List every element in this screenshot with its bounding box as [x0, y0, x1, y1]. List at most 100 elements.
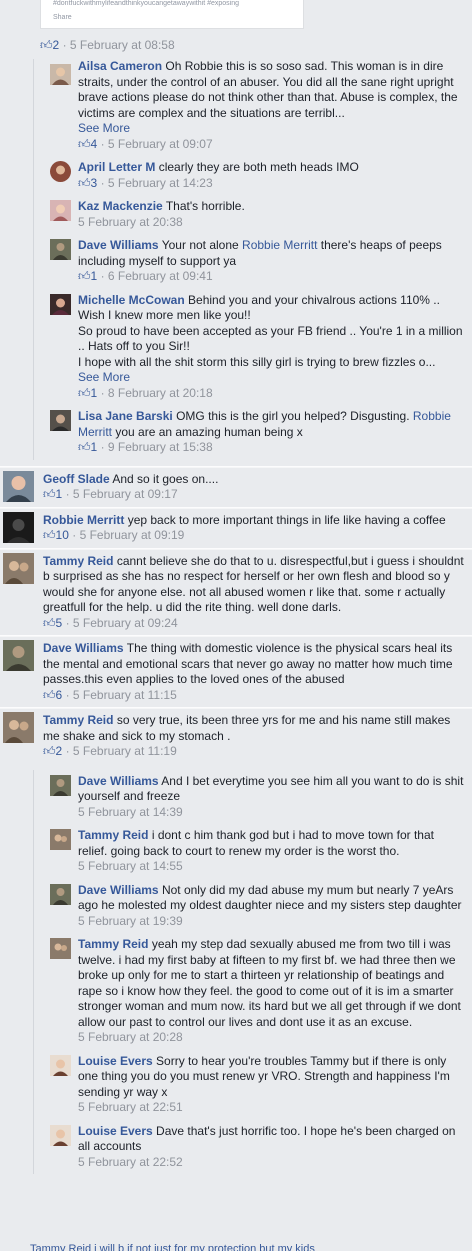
- timestamp[interactable]: 5 February at 20:38: [78, 215, 183, 229]
- timestamp[interactable]: 5 February at 09:17: [73, 487, 178, 501]
- like-count[interactable]: 6: [56, 688, 63, 702]
- comment-author[interactable]: Louise Evers: [78, 1124, 153, 1138]
- like-count[interactable]: 1: [91, 440, 98, 454]
- timestamp[interactable]: 5 February at 08:58: [70, 38, 175, 52]
- comment-author[interactable]: Tammy Reid: [78, 937, 148, 951]
- like-count[interactable]: 1: [91, 386, 98, 400]
- comment-author[interactable]: Tammy Reid: [43, 713, 113, 727]
- comment-meta: 5 February at 14:39: [78, 805, 464, 821]
- like-count[interactable]: 1: [91, 269, 98, 283]
- comment-author[interactable]: Geoff Slade: [43, 472, 110, 486]
- comment-author[interactable]: Robbie Merritt: [43, 513, 124, 527]
- cut-off-comment: Tammy Reid i will b if not just for my p…: [30, 1243, 315, 1251]
- avatar[interactable]: [3, 640, 34, 671]
- timestamp[interactable]: 5 February at 22:52: [78, 1155, 183, 1169]
- comment-meta: 5 February at 20:38: [78, 215, 464, 231]
- comment-meta: 👍︎2 · 5 February at 11:19: [43, 744, 177, 758]
- see-more-link[interactable]: See More: [78, 370, 464, 386]
- comment-author[interactable]: Dave Williams: [43, 641, 124, 655]
- avatar[interactable]: [50, 64, 71, 85]
- comment-author[interactable]: Lisa Jane Barski: [78, 409, 173, 423]
- comment-author[interactable]: Tammy Reid: [43, 554, 113, 568]
- avatar[interactable]: [50, 161, 71, 182]
- timestamp[interactable]: 5 February at 09:24: [73, 616, 178, 630]
- avatar[interactable]: [3, 470, 34, 502]
- thumbs-up-icon[interactable]: 👍︎: [43, 616, 56, 630]
- reply-item: Dave Williams Your not alone Robbie Merr…: [33, 234, 472, 289]
- like-count[interactable]: 2: [56, 744, 63, 758]
- thumbs-up-icon[interactable]: 👍︎: [43, 528, 56, 542]
- timestamp[interactable]: 5 February at 09:19: [80, 528, 185, 542]
- timestamp[interactable]: 5 February at 11:15: [73, 688, 177, 702]
- avatar[interactable]: [50, 883, 71, 905]
- avatar[interactable]: [3, 552, 34, 584]
- mention-link[interactable]: Robbie Merritt: [242, 238, 317, 252]
- avatar[interactable]: [50, 774, 71, 796]
- comment-meta: 👍︎10 · 5 February at 09:19: [43, 528, 185, 542]
- avatar[interactable]: [50, 938, 71, 959]
- timestamp[interactable]: 9 February at 15:38: [108, 440, 213, 454]
- reply-group-tammy: Dave Williams And I bet everytime you se…: [0, 769, 472, 1174]
- like-count[interactable]: 4: [91, 137, 98, 151]
- avatar[interactable]: [3, 712, 34, 743]
- comment-author[interactable]: Tammy Reid: [78, 828, 148, 842]
- timestamp[interactable]: 5 February at 14:39: [78, 805, 183, 819]
- comment-author[interactable]: Dave Williams: [78, 883, 159, 897]
- reply-item: Dave Williams Not only did my dad abuse …: [33, 878, 472, 933]
- timestamp[interactable]: 5 February at 09:07: [108, 137, 213, 151]
- thumbs-up-icon[interactable]: 👍︎: [78, 386, 91, 400]
- timestamp[interactable]: 5 February at 20:28: [78, 1030, 183, 1044]
- comment-author[interactable]: Ailsa Cameron: [78, 59, 162, 73]
- avatar[interactable]: [50, 200, 71, 221]
- thumbs-up-icon[interactable]: 👍︎: [78, 440, 91, 454]
- see-more-link[interactable]: See More: [78, 121, 464, 137]
- avatar[interactable]: [3, 511, 34, 543]
- comment-author[interactable]: Kaz Mackenzie: [78, 199, 163, 213]
- avatar[interactable]: [50, 293, 71, 315]
- share-link[interactable]: Share: [53, 14, 72, 21]
- thumbs-up-icon[interactable]: 👍︎: [43, 744, 56, 758]
- timestamp[interactable]: 5 February at 19:39: [78, 914, 183, 928]
- avatar[interactable]: [50, 1054, 71, 1076]
- timestamp[interactable]: 5 February at 14:55: [78, 859, 183, 873]
- comment-author[interactable]: Michelle McCowan: [78, 293, 185, 307]
- comment-text: yep back to more important things in lif…: [127, 512, 446, 527]
- thumbs-up-icon[interactable]: 👍︎: [43, 487, 56, 501]
- thumbs-up-icon[interactable]: 👍︎: [78, 137, 91, 151]
- timestamp[interactable]: 5 February at 22:51: [78, 1100, 183, 1114]
- timestamp[interactable]: 6 February at 09:41: [108, 269, 213, 283]
- comment-author[interactable]: Louise Evers: [78, 1054, 153, 1068]
- avatar[interactable]: [50, 1124, 71, 1146]
- thumbs-up-icon[interactable]: 👍︎: [78, 176, 91, 190]
- like-count[interactable]: 5: [56, 616, 63, 630]
- comment-item: Geoff Slade And so it goes on.... 👍︎1 · …: [0, 466, 472, 507]
- reply-item: Louise Evers Dave that's just horrific t…: [33, 1119, 472, 1174]
- comment-item: Dave Williams The thing with domestic vi…: [0, 636, 472, 707]
- reply-item: Michelle McCowan Behind you and your chi…: [33, 288, 472, 405]
- avatar[interactable]: [50, 829, 71, 850]
- like-count[interactable]: 1: [56, 487, 63, 501]
- thumbs-up-icon[interactable]: 👍︎: [40, 38, 53, 52]
- comment-text: Your not alone: [161, 238, 239, 252]
- reply-item: Dave Williams And I bet everytime you se…: [33, 769, 472, 824]
- comment-author[interactable]: Dave Williams: [78, 238, 159, 252]
- comment-meta: 👍︎1 · 5 February at 09:17: [43, 487, 178, 501]
- post-hashtags[interactable]: #dontfuckwithmylifeandthinkyoucangetaway…: [53, 0, 239, 7]
- timestamp[interactable]: 5 February at 14:23: [108, 176, 213, 190]
- comment-author[interactable]: Dave Williams: [78, 774, 159, 788]
- timestamp[interactable]: 5 February at 11:19: [73, 744, 177, 758]
- avatar[interactable]: [50, 410, 71, 431]
- thumbs-up-icon[interactable]: 👍︎: [43, 688, 56, 702]
- comment-item: Robbie Merritt yep back to more importan…: [0, 507, 472, 548]
- like-count[interactable]: 10: [56, 528, 69, 542]
- avatar[interactable]: [50, 239, 71, 260]
- timestamp[interactable]: 8 February at 20:18: [108, 386, 213, 400]
- comment-author[interactable]: April Letter M: [78, 160, 155, 174]
- reply-item: Tammy Reid i dont c him thank god but i …: [33, 824, 472, 879]
- comment-meta: 5 February at 20:28: [78, 1030, 464, 1046]
- thumbs-up-icon[interactable]: 👍︎: [78, 269, 91, 283]
- like-count[interactable]: 3: [91, 176, 98, 190]
- comment-text: OMG this is the girl you helped? Disgust…: [176, 409, 410, 423]
- comment-thread: 👍︎2 · 5 February at 08:58 Ailsa Cameron …: [0, 36, 472, 1174]
- like-count[interactable]: 2: [53, 38, 60, 52]
